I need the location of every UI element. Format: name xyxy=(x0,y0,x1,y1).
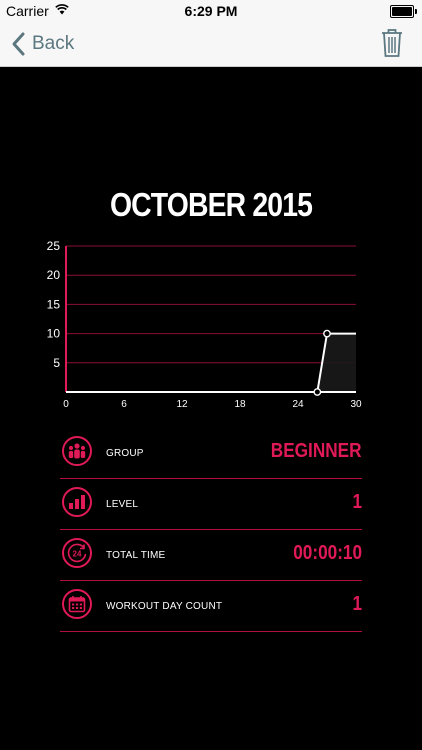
calendar-icon xyxy=(62,589,92,619)
stat-row-level: LEVEL 1 xyxy=(60,479,362,530)
x-tick-label: 30 xyxy=(350,399,362,410)
level-icon xyxy=(62,487,92,517)
group-value: BEGINNER xyxy=(271,440,362,462)
workout-line-chart: 5 10 15 20 25 0 6 12 18 24 30 xyxy=(47,240,362,410)
x-tick-label: 18 xyxy=(234,399,246,410)
stat-row-group: GROUP BEGINNER xyxy=(60,428,362,479)
stat-row-workout-day-count: WORKOUT DAY COUNT 1 xyxy=(60,581,362,632)
level-label: LEVEL xyxy=(106,499,139,510)
y-tick-label: 20 xyxy=(47,268,61,282)
stat-row-total-time: 24 TOTAL TIME 00:00:10 xyxy=(60,530,362,581)
total-time-value: 00:00:10 xyxy=(293,542,362,564)
back-label: Back xyxy=(32,33,75,54)
x-tick-label: 0 xyxy=(63,399,69,410)
group-icon xyxy=(62,436,92,466)
month-title: OCTOBER 2015 xyxy=(109,186,313,223)
stats-list: GROUP BEGINNER LEVEL 1 24 TOTAL TIME 00:… xyxy=(60,428,362,632)
trash-icon[interactable] xyxy=(380,28,404,58)
data-point xyxy=(323,329,331,338)
svg-text:24: 24 xyxy=(73,550,82,559)
chevron-left-icon xyxy=(12,32,25,56)
x-tick-label: 24 xyxy=(292,399,304,410)
y-tick-label: 10 xyxy=(47,327,61,341)
status-time: 6:29 PM xyxy=(184,3,238,19)
status-bar: Carrier 6:29 PM xyxy=(0,0,422,22)
group-label: GROUP xyxy=(106,448,144,459)
y-tick-label: 25 xyxy=(47,240,61,253)
navigation-bar: Back xyxy=(0,22,422,67)
x-tick-label: 12 xyxy=(176,399,188,410)
level-value: 1 xyxy=(352,491,362,513)
clock-24-icon: 24 xyxy=(62,538,92,568)
back-button[interactable]: Back xyxy=(10,30,74,58)
y-tick-label: 5 xyxy=(53,356,60,370)
data-point xyxy=(313,388,322,396)
workout-day-count-value: 1 xyxy=(352,593,362,615)
total-time-label: TOTAL TIME xyxy=(106,550,166,561)
x-tick-label: 6 xyxy=(121,399,127,410)
workout-day-count-label: WORKOUT DAY COUNT xyxy=(106,601,223,612)
battery-icon xyxy=(390,5,417,18)
y-tick-label: 15 xyxy=(47,297,61,311)
